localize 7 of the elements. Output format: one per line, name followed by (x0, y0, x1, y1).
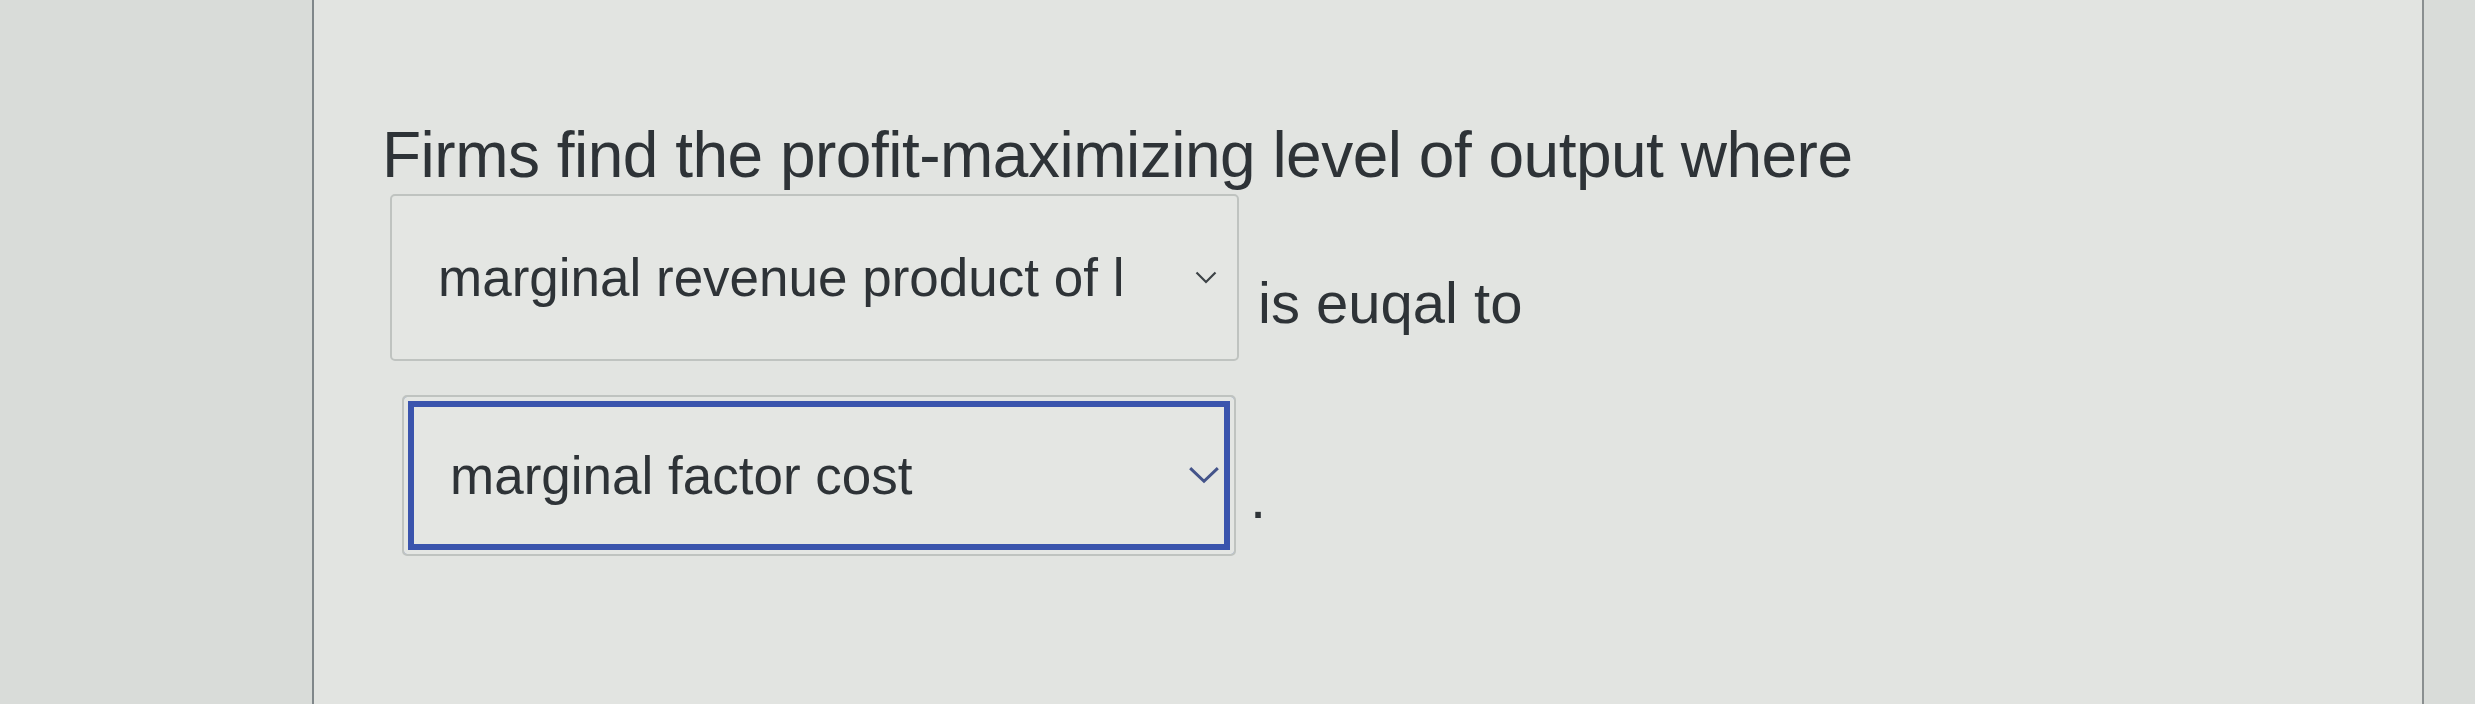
question-text: Firms find the profit-maximizing level of output where (382, 118, 1854, 193)
chevron-down-icon (1188, 466, 1220, 485)
chevron-down-icon (1195, 270, 1217, 284)
question-text: is euqal to (1258, 273, 1523, 337)
question-text: . (1250, 468, 1267, 532)
answer-dropdown[interactable]: marginal revenue product of l (390, 193, 1239, 361)
answer-dropdown[interactable]: marginal factor cost (402, 394, 1236, 556)
